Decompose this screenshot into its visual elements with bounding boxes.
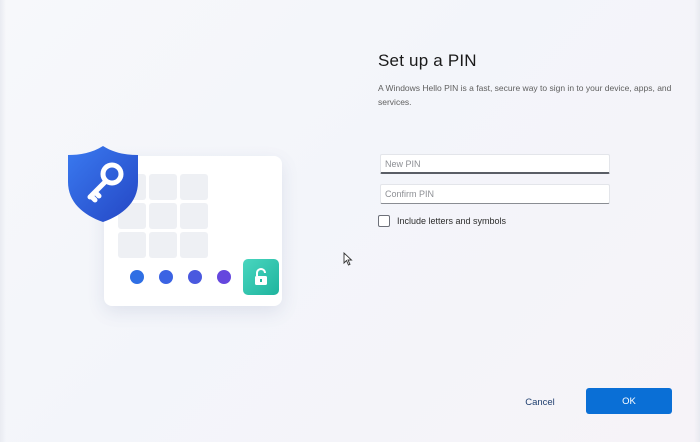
page-description: A Windows Hello PIN is a fast, secure wa…	[378, 82, 672, 107]
pin-dot	[217, 270, 231, 284]
keypad-key	[149, 203, 177, 229]
keypad-key	[180, 174, 208, 200]
pin-dots	[130, 270, 231, 284]
pin-dot	[159, 270, 173, 284]
unlock-icon	[243, 259, 279, 295]
pin-dot	[188, 270, 202, 284]
shield-key-icon	[68, 146, 138, 222]
window-edge-right	[694, 0, 700, 442]
include-letters-label: Include letters and symbols	[397, 216, 507, 226]
page-title: Set up a PIN	[378, 51, 477, 71]
include-letters-option[interactable]: Include letters and symbols	[378, 215, 506, 227]
cancel-button[interactable]: Cancel	[510, 392, 570, 412]
keypad-key	[149, 232, 177, 258]
include-letters-checkbox[interactable]	[378, 215, 390, 227]
keypad-key	[180, 232, 208, 258]
keypad-key	[149, 174, 177, 200]
keypad-key	[118, 232, 146, 258]
mouse-cursor-icon	[343, 252, 353, 266]
ok-button[interactable]: OK	[586, 388, 672, 414]
new-pin-input[interactable]	[380, 154, 610, 174]
keypad-key	[180, 203, 208, 229]
pin-dot	[130, 270, 144, 284]
window-edge-left	[0, 0, 6, 442]
confirm-pin-input[interactable]	[380, 184, 610, 204]
pin-illustration	[60, 140, 290, 310]
